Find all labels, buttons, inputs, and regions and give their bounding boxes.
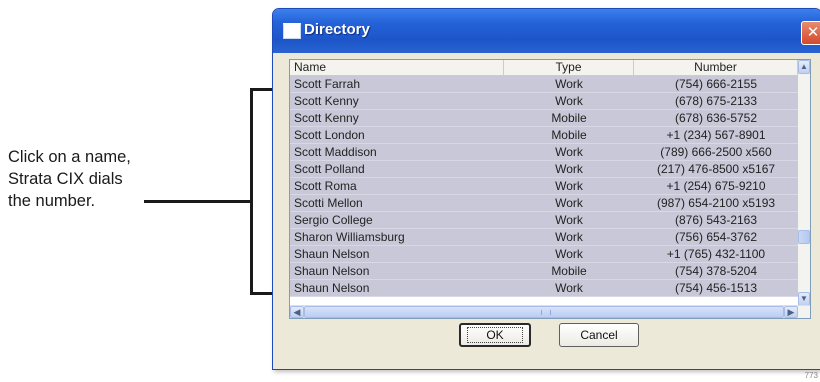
row-name[interactable]: Scott London [290, 127, 504, 143]
row-type: Work [555, 213, 583, 227]
column-header-number[interactable]: Number [634, 60, 798, 75]
close-icon: ✕ [806, 24, 820, 41]
row-number: (754) 378-5204 [674, 264, 758, 278]
scroll-up-button[interactable]: ▲ [798, 60, 810, 74]
horizontal-scroll-thumb[interactable] [304, 306, 784, 318]
window-title: Directory [304, 21, 370, 38]
row-number: (678) 636-5752 [674, 111, 758, 125]
row-number: (756) 654-3762 [674, 230, 758, 244]
row-type: Work [555, 145, 583, 159]
row-name[interactable]: Scott Maddison [290, 144, 504, 160]
row-number: (754) 456-1513 [674, 281, 758, 295]
row-number: (678) 675-2133 [674, 94, 758, 108]
row-name[interactable]: Scott Kenny [290, 110, 504, 126]
row-name[interactable]: Shaun Nelson [290, 263, 504, 279]
table-row[interactable]: Shaun Nelson Work +1 (765) 432-1100 [290, 246, 798, 263]
row-number: (217) 476-8500 x5167 [656, 162, 776, 176]
row-type: Work [555, 77, 583, 91]
chevron-down-icon: ▼ [800, 294, 808, 303]
scroll-left-button[interactable]: ◀ [290, 306, 304, 318]
table-row[interactable]: Scott Roma Work +1 (254) 675-9210 [290, 178, 798, 195]
row-number: +1 (765) 432-1100 [666, 247, 766, 261]
row-type: Work [555, 196, 583, 210]
table-row[interactable]: Scott Maddison Work (789) 666-2500 x560 [290, 144, 798, 161]
row-type: Work [555, 281, 583, 295]
row-type: Mobile [551, 111, 587, 125]
list-header: Name Type Number [290, 60, 798, 76]
table-row[interactable]: Sharon Williamsburg Work (756) 654-3762 [290, 229, 798, 246]
scroll-grip-icon [541, 310, 551, 315]
callout-bracket [250, 88, 253, 295]
row-name[interactable]: Shaun Nelson [290, 280, 504, 296]
column-header-type[interactable]: Type [504, 60, 634, 75]
callout-line-1: Click on a name, [8, 148, 131, 166]
chevron-right-icon: ▶ [787, 307, 795, 317]
figure-code: 773 [804, 371, 818, 380]
chevron-left-icon: ◀ [293, 307, 301, 317]
table-row[interactable]: Scott Kenny Mobile (678) 636-5752 [290, 110, 798, 127]
row-type: Work [555, 230, 583, 244]
ok-button[interactable]: OK [459, 323, 531, 347]
row-number: +1 (254) 675-9210 [666, 179, 766, 193]
window-app-icon [283, 23, 301, 39]
row-number: (876) 543-2163 [674, 213, 758, 227]
close-button[interactable]: ✕ [801, 21, 820, 45]
list-rows: Scott Farrah Work (754) 666-2155 Scott K… [290, 76, 798, 297]
table-row[interactable]: Scott Kenny Work (678) 675-2133 [290, 93, 798, 110]
row-name[interactable]: Scott Polland [290, 161, 504, 177]
table-row[interactable]: Scott London Mobile +1 (234) 567-8901 [290, 127, 798, 144]
row-type: Work [555, 94, 583, 108]
horizontal-scrollbar[interactable]: ◀ ▶ [290, 305, 810, 318]
directory-list[interactable]: Name Type Number Scott Farrah Work (754)… [289, 59, 811, 319]
chevron-up-icon: ▲ [800, 62, 808, 71]
vertical-scrollbar[interactable]: ▲ ▼ [798, 60, 810, 306]
row-number: (789) 666-2500 x560 [660, 145, 772, 159]
row-type: Mobile [551, 128, 587, 142]
row-name[interactable]: Scotti Mellon [290, 195, 504, 211]
table-row[interactable]: Scott Farrah Work (754) 666-2155 [290, 76, 798, 93]
row-name[interactable]: Scott Roma [290, 178, 504, 194]
directory-window: Directory ✕ Name Type Number Scott Farra… [272, 8, 820, 370]
column-header-name[interactable]: Name [290, 60, 504, 75]
table-row[interactable]: Scotti Mellon Work (987) 654-2100 x5193 [290, 195, 798, 212]
scroll-down-button[interactable]: ▼ [798, 292, 810, 306]
table-row[interactable]: Sergio College Work (876) 543-2163 [290, 212, 798, 229]
row-type: Work [555, 162, 583, 176]
row-number: (754) 666-2155 [674, 77, 758, 91]
row-number: (987) 654-2100 x5193 [656, 196, 776, 210]
callout-line-2: Strata CIX dials [8, 170, 123, 188]
row-name[interactable]: Sharon Williamsburg [290, 229, 504, 245]
table-row[interactable]: Shaun Nelson Work (754) 456-1513 [290, 280, 798, 297]
ok-button-label: OK [467, 327, 523, 343]
row-name[interactable]: Sergio College [290, 212, 504, 228]
vertical-scroll-thumb[interactable] [798, 230, 810, 244]
row-name[interactable]: Shaun Nelson [290, 246, 504, 262]
window-titlebar[interactable]: Directory ✕ [273, 9, 820, 53]
row-type: Work [555, 247, 583, 261]
row-number: +1 (234) 567-8901 [666, 128, 766, 142]
row-type: Work [555, 179, 583, 193]
row-name[interactable]: Scott Kenny [290, 93, 504, 109]
row-name[interactable]: Scott Farrah [290, 76, 504, 92]
table-row[interactable]: Shaun Nelson Mobile (754) 378-5204 [290, 263, 798, 280]
scroll-right-button[interactable]: ▶ [784, 306, 798, 318]
row-type: Mobile [551, 264, 587, 278]
cancel-button[interactable]: Cancel [559, 323, 639, 347]
table-row[interactable]: Scott Polland Work (217) 476-8500 x5167 [290, 161, 798, 178]
callout-leader-line [144, 200, 250, 203]
